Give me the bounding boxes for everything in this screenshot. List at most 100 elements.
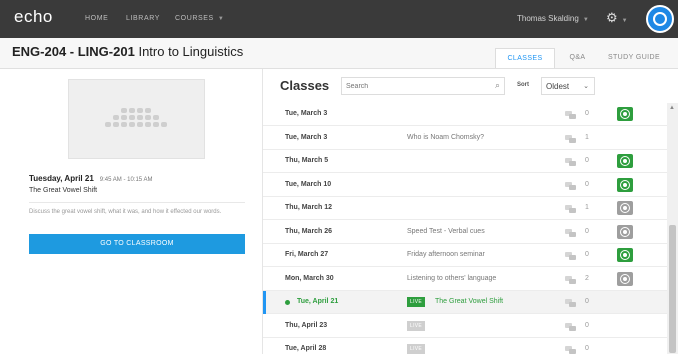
class-row[interactable]: Tue, April 28 LIVE 0 <box>263 338 667 354</box>
tab-qa[interactable]: Q&A <box>555 48 600 68</box>
classroom-thumbnail <box>68 79 205 159</box>
live-dot-icon <box>285 300 290 305</box>
class-row[interactable]: Thu, March 5 0 <box>263 150 667 173</box>
class-row-title: Friday afternoon seminar <box>407 251 485 258</box>
play-icon[interactable] <box>617 248 633 262</box>
class-description: Discuss the great vowel shift, what it w… <box>29 209 222 215</box>
chevron-down-icon: ▼ <box>621 18 628 24</box>
class-row-date: Thu, March 26 <box>285 227 333 235</box>
seat-icon <box>128 108 135 113</box>
search-icon[interactable]: ⌕ <box>495 80 500 91</box>
sort-select[interactable]: Oldest ⌄ <box>541 77 595 95</box>
class-row-title: Who is Noam Chomsky? <box>407 133 485 141</box>
echo-logo[interactable]: echo <box>14 7 53 27</box>
seat-icon <box>128 122 135 127</box>
class-row[interactable]: Thu, April 23 LIVE 0 <box>263 314 667 338</box>
class-row-date: Tue, March 3 <box>285 133 328 141</box>
play-icon[interactable] <box>617 271 633 286</box>
class-row[interactable]: Tue, March 3 Who is Noam Chomsky? 1 <box>263 126 667 150</box>
seat-icon <box>152 115 159 120</box>
play-icon[interactable] <box>617 107 633 121</box>
class-row[interactable]: Fri, March 27 Friday afternoon seminar 0 <box>263 244 667 267</box>
question-count: 0 <box>585 321 589 329</box>
seat-icon <box>136 108 143 113</box>
classes-heading: Classes <box>280 78 330 93</box>
nav-courses-menu[interactable]: COURSES ▼ <box>175 15 224 22</box>
seat-icon <box>128 115 135 120</box>
live-badge: LIVE <box>407 344 426 354</box>
tab-study-guide[interactable]: STUDY GUIDE <box>600 48 668 68</box>
top-navigation-bar: echo HOME LIBRARY COURSES ▼ Thomas Skaldi… <box>0 0 678 38</box>
class-row-title: Listening to others' language <box>407 274 497 282</box>
scrollbar[interactable]: ▲ <box>667 103 678 354</box>
seat-icon <box>160 122 167 127</box>
nav-home-link[interactable]: HOME <box>85 15 108 22</box>
sort-value: Oldest <box>546 82 570 91</box>
question-count: 1 <box>585 204 589 211</box>
class-row-date: Tue, March 10 <box>285 180 332 188</box>
go-to-classroom-button[interactable]: GO TO CLASSROOM <box>29 234 245 254</box>
class-row[interactable]: Mon, March 30 Listening to others' langua… <box>263 267 667 291</box>
search-input[interactable] <box>346 80 486 92</box>
seat-icon <box>144 108 151 113</box>
user-name: Thomas Skalding <box>517 14 579 23</box>
seat-icon <box>136 115 143 120</box>
class-row-title: Speed Test - Verbal cues <box>407 227 485 235</box>
play-icon[interactable] <box>617 224 633 239</box>
echo-play-icon[interactable] <box>646 5 674 33</box>
question-count: 0 <box>585 110 589 117</box>
seat-icon <box>120 122 127 127</box>
question-count: 2 <box>585 274 589 282</box>
question-count: 0 <box>585 251 589 258</box>
class-date-line: Tuesday, April 21 9:45 AM - 10:15 AM <box>29 174 152 183</box>
play-ring <box>653 12 667 26</box>
seat-icon <box>152 122 159 127</box>
class-row-date: Thu, April 23 <box>285 321 328 329</box>
class-row-date: Tue, April 28 <box>285 345 327 352</box>
gear-icon[interactable]: ⚙ ▼ <box>606 11 628 25</box>
class-row[interactable]: Thu, March 26 Speed Test - Verbal cues 0 <box>263 220 667 244</box>
active-indicator <box>263 291 266 314</box>
scroll-thumb[interactable] <box>669 225 676 353</box>
class-time: 9:45 AM - 10:15 AM <box>99 177 153 183</box>
class-row[interactable]: Thu, March 12 1 <box>263 197 667 220</box>
chat-icon <box>565 252 577 260</box>
play-icon[interactable] <box>617 177 633 192</box>
class-row-date: Thu, March 5 <box>285 157 329 164</box>
sort-label: Sort <box>517 82 529 88</box>
chevron-down-icon: ▼ <box>582 17 589 23</box>
class-row[interactable]: Tue, April 21 LIVE The Great Vowel Shift 0 <box>263 291 667 314</box>
user-menu[interactable]: Thomas Skalding ▼ <box>517 14 589 23</box>
class-detail-panel: Tuesday, April 21 9:45 AM - 10:15 AM The … <box>0 69 262 354</box>
question-count: 0 <box>585 345 589 352</box>
scroll-up-arrow-icon[interactable]: ▲ <box>669 105 675 111</box>
search-box[interactable]: ⌕ <box>341 77 505 95</box>
play-icon[interactable] <box>617 154 633 168</box>
question-count: 0 <box>585 298 589 305</box>
class-row-date: Tue, March 3 <box>285 110 328 117</box>
nav-library-link[interactable]: LIBRARY <box>126 15 160 22</box>
chat-icon <box>565 181 577 190</box>
seat-icon <box>120 108 127 113</box>
class-row-date: Thu, March 12 <box>285 204 333 211</box>
course-title: ENG-204 - LING-201 Intro to Linguistics <box>12 44 243 59</box>
tab-classes[interactable]: CLASSES <box>495 48 555 68</box>
class-row-title: The Great Vowel Shift <box>435 298 504 305</box>
chat-icon <box>565 299 577 307</box>
course-header: ENG-204 - LING-201 Intro to Linguistics … <box>0 38 678 69</box>
chat-icon <box>565 275 577 284</box>
classes-list: Tue, March 3 0 Tue, March 3 Who is Noam Cho… <box>263 103 667 354</box>
class-row-date: Tue, April 21 <box>297 298 339 305</box>
play-icon[interactable] <box>617 201 633 215</box>
class-row-date: Fri, March 27 <box>285 251 329 258</box>
chevron-down-icon: ▼ <box>217 16 225 22</box>
class-row[interactable]: Tue, March 10 0 <box>263 173 667 197</box>
classes-header: Classes ⌕ Sort Oldest ⌄ <box>263 69 678 103</box>
class-row[interactable]: Tue, March 3 0 <box>263 103 667 126</box>
course-name: Intro to Linguistics <box>138 44 244 59</box>
chat-icon <box>565 205 577 213</box>
seat-icon <box>120 115 127 120</box>
class-date: Tuesday, April 21 <box>29 174 94 183</box>
seat-icon <box>136 122 143 127</box>
seat-icon <box>112 115 119 120</box>
